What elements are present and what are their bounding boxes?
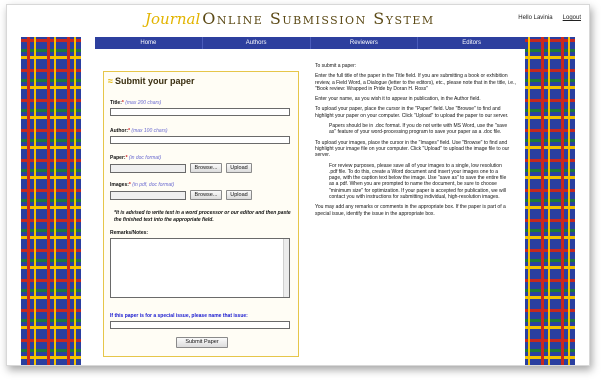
logout-link[interactable]: Logout — [563, 15, 581, 21]
special-issue-input[interactable] — [110, 321, 290, 329]
instruction-remarks: You may add any remarks or comments in t… — [315, 204, 506, 217]
browser-frame: Journal Online Submission System Hello L… — [6, 4, 590, 366]
images-file-input[interactable] — [110, 191, 186, 200]
remarks-label: Remarks/Notes: — [110, 230, 149, 236]
required-star: * — [128, 128, 131, 134]
images-hint: (in pdf, doc format) — [132, 182, 175, 188]
paper-upload-button[interactable]: Upload — [226, 163, 252, 173]
title-input[interactable] — [110, 108, 290, 116]
logo-title-text: Online Submission System — [202, 9, 435, 28]
heading-marker-icon: ≈ — [108, 76, 113, 86]
submit-form: ≈ Submit your paper Title:* (max 200 cha… — [103, 71, 299, 357]
instruction-intro: To submit a paper: — [315, 63, 357, 69]
title-label-text: Title: — [110, 100, 122, 106]
title-hint: (max 200 chars) — [125, 100, 162, 106]
submit-paper-button[interactable]: Submit Paper — [176, 337, 228, 348]
logo-journal-text: Journal — [145, 10, 201, 28]
instruction-author: Enter your name, as you wish it to appea… — [315, 96, 481, 103]
form-heading: ≈ Submit your paper — [108, 76, 194, 86]
required-star: * — [128, 182, 131, 188]
nav-home[interactable]: Home — [95, 37, 203, 49]
kente-pattern-left — [21, 37, 81, 365]
main-nav: Home Authors Reviewers Editors — [95, 37, 525, 49]
paper-file-input[interactable] — [110, 164, 186, 173]
site-logo[interactable]: Journal Online Submission System — [145, 9, 435, 35]
author-hint: (max 100 chars) — [131, 128, 168, 134]
paper-hint: (in doc format) — [128, 155, 162, 161]
required-star: * — [125, 155, 128, 161]
instruction-title: Enter the full title of the paper in the… — [315, 73, 516, 92]
special-issue-label: If this paper is for a special issue, pl… — [110, 313, 248, 319]
author-label: Author:* (max 100 chars) — [110, 128, 168, 134]
user-bar: Hello Lavinia Logout — [518, 15, 581, 21]
nav-reviewers[interactable]: Reviewers — [311, 37, 419, 49]
page-content: ≈ Submit your paper Title:* (max 200 cha… — [95, 49, 525, 365]
instruction-paper-upload: To upload your paper, place the cursor i… — [315, 106, 509, 119]
instruction-images-format: For review purposes, please save all of … — [329, 162, 507, 201]
instruction-images-upload: To upload your images, place the cursor … — [315, 139, 510, 159]
images-label-text: Images: — [110, 182, 129, 188]
nav-editors[interactable]: Editors — [418, 37, 525, 49]
paper-browse-button[interactable]: Browse... — [190, 163, 222, 173]
nav-authors[interactable]: Authors — [203, 37, 311, 49]
images-label: Images:* (in pdf, doc format) — [110, 182, 174, 188]
form-title: Submit your paper — [114, 76, 195, 86]
paper-label: Paper:* (in doc format) — [110, 155, 161, 161]
paper-label-text: Paper: — [110, 155, 126, 161]
images-browse-button[interactable]: Browse... — [190, 190, 222, 200]
remarks-textarea[interactable] — [110, 238, 290, 298]
instructions: To submit a paper: Enter the full title … — [315, 63, 519, 221]
title-label: Title:* (max 200 chars) — [110, 100, 161, 106]
user-greeting: Hello Lavinia — [518, 15, 553, 21]
textarea-scrollbar[interactable] — [283, 239, 289, 297]
images-upload-button[interactable]: Upload — [226, 190, 252, 200]
author-label-text: Author: — [110, 128, 129, 134]
author-input[interactable] — [110, 136, 290, 144]
instruction-paper-format: Papers should be in .doc format. If you … — [329, 123, 508, 136]
required-star: * — [121, 100, 124, 106]
word-processor-note: *It is advised to write text in a word p… — [114, 210, 291, 223]
